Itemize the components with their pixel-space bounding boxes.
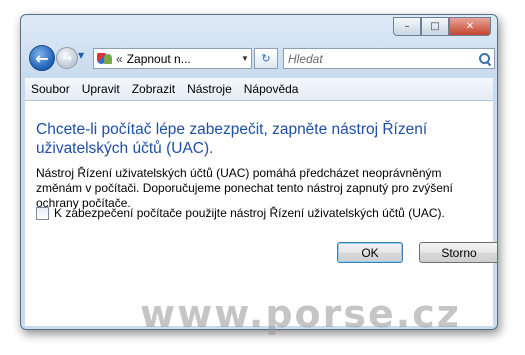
ok-button[interactable]: OK <box>337 242 403 263</box>
maximize-button[interactable]: □ <box>421 17 449 36</box>
search-input[interactable]: Hledat <box>284 52 476 66</box>
menu-view[interactable]: Zobrazit <box>126 82 181 96</box>
close-button[interactable]: ✕ <box>449 17 491 36</box>
search-icon[interactable] <box>476 50 494 68</box>
description-text: Nástroj Řízení uživatelských účtů (UAC) … <box>36 166 453 210</box>
address-dropdown-icon[interactable]: ▼ <box>239 54 251 63</box>
menu-bar: Soubor Upravit Zobrazit Nástroje Nápověd… <box>25 78 493 101</box>
minimize-button[interactable]: – <box>393 17 421 36</box>
refresh-button[interactable]: ↻ <box>254 48 278 69</box>
breadcrumb-separator[interactable]: « <box>116 52 123 66</box>
security-center-icon <box>97 52 113 66</box>
cancel-button[interactable]: Storno <box>419 242 497 263</box>
menu-tools[interactable]: Nástroje <box>181 82 238 96</box>
forward-arrow-icon: → <box>61 51 73 65</box>
address-text: Zapnout n... <box>126 51 191 66</box>
menu-edit[interactable]: Upravit <box>76 82 126 96</box>
uac-window: – □ ✕ ← → ▼ « Zapnout n... ▼ ↻ Hledat So… <box>20 14 498 330</box>
uac-checkbox-row[interactable]: K zabezpečení počítače použijte nástroj … <box>36 206 445 220</box>
uac-checkbox[interactable] <box>36 206 49 220</box>
search-box[interactable]: Hledat <box>283 48 495 69</box>
recent-pages-dropdown-icon[interactable]: ▼ <box>78 52 86 60</box>
watermark: www.porse.cz <box>140 292 461 336</box>
forward-button[interactable]: → <box>56 47 78 69</box>
back-button[interactable]: ← <box>29 45 55 71</box>
uac-checkbox-label[interactable]: K zabezpečení počítače použijte nástroj … <box>54 206 445 220</box>
navigation-bar: ← → ▼ « Zapnout n... ▼ ↻ Hledat <box>21 41 497 77</box>
address-bar[interactable]: « Zapnout n... ▼ <box>93 48 252 69</box>
menu-file[interactable]: Soubor <box>25 82 76 96</box>
refresh-icon: ↻ <box>261 52 271 65</box>
back-arrow-icon: ← <box>35 48 49 68</box>
caption-buttons: – □ ✕ <box>393 17 491 36</box>
page-title: Chcete-li počítač lépe zabezpečit, zapně… <box>36 121 428 157</box>
menu-help[interactable]: Nápověda <box>238 82 305 96</box>
